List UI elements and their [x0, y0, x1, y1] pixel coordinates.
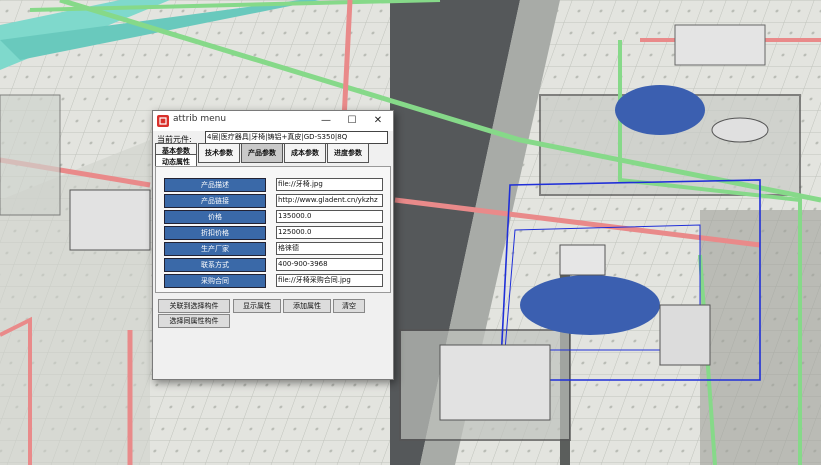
clear-button[interactable]: 清空	[333, 299, 365, 313]
chair-cabinet	[659, 304, 711, 366]
maximize-button[interactable]: ☐	[339, 111, 365, 131]
attr-value-discount-price[interactable]: 125000.0	[276, 226, 383, 239]
product-params-panel: 产品描述 file://牙椅.jpg 产品链接 http://www.glade…	[155, 166, 391, 293]
add-attribute-button[interactable]: 添加属性	[283, 299, 331, 313]
minimize-button[interactable]: —	[313, 111, 339, 131]
attr-label-link[interactable]: 产品链接	[164, 194, 266, 208]
dental-lamp-top	[674, 24, 766, 66]
chair-tray	[559, 244, 606, 276]
attr-value-price[interactable]: 135000.0	[276, 210, 383, 223]
cabinet-left	[69, 189, 151, 251]
attrib-dialog: attrib menu — ☐ ✕ 当前元件: 4层|医疗器具|牙椅|铸铝+真皮…	[152, 110, 394, 380]
window-title: attrib menu	[173, 114, 227, 124]
show-attributes-button[interactable]: 显示属性	[233, 299, 281, 313]
tab-cost-params[interactable]: 成本参数	[284, 143, 326, 163]
close-button[interactable]: ✕	[365, 111, 391, 131]
select-same-attribute-button[interactable]: 选择同属性构件	[158, 314, 230, 328]
attr-value-contact[interactable]: 400-900-3968	[276, 258, 383, 271]
title-bar[interactable]: attrib menu — ☐ ✕	[153, 111, 393, 131]
attr-label-manufacturer[interactable]: 生产厂家	[164, 242, 266, 256]
attr-value-link[interactable]: http://www.gladent.cn/ykzhz	[276, 194, 383, 207]
attr-value-description[interactable]: file://牙椅.jpg	[276, 178, 383, 191]
left-partition	[0, 94, 61, 216]
dental-chair-top[interactable]	[615, 85, 705, 135]
attr-label-contract[interactable]: 采购合同	[164, 274, 266, 288]
attr-label-discount-price[interactable]: 折扣价格	[164, 226, 266, 240]
attr-label-description[interactable]: 产品描述	[164, 178, 266, 192]
sketchup-icon	[157, 115, 169, 127]
link-to-selection-button[interactable]: 关联到选择构件	[158, 299, 230, 313]
dental-chair-selected[interactable]	[520, 275, 660, 335]
3d-viewport[interactable]	[0, 0, 821, 465]
tab-progress-params[interactable]: 进度参数	[327, 143, 369, 163]
chair-base-top	[711, 117, 769, 143]
tab-product-params[interactable]: 产品参数	[241, 143, 283, 163]
attr-value-contract[interactable]: file://牙椅采购合同.jpg	[276, 274, 383, 287]
cabinet-lower	[439, 344, 551, 421]
attr-value-manufacturer[interactable]: 格徕德	[276, 242, 383, 255]
tab-tech-params[interactable]: 技术参数	[198, 143, 240, 163]
attr-label-contact[interactable]: 联系方式	[164, 258, 266, 272]
attr-label-price[interactable]: 价格	[164, 210, 266, 224]
